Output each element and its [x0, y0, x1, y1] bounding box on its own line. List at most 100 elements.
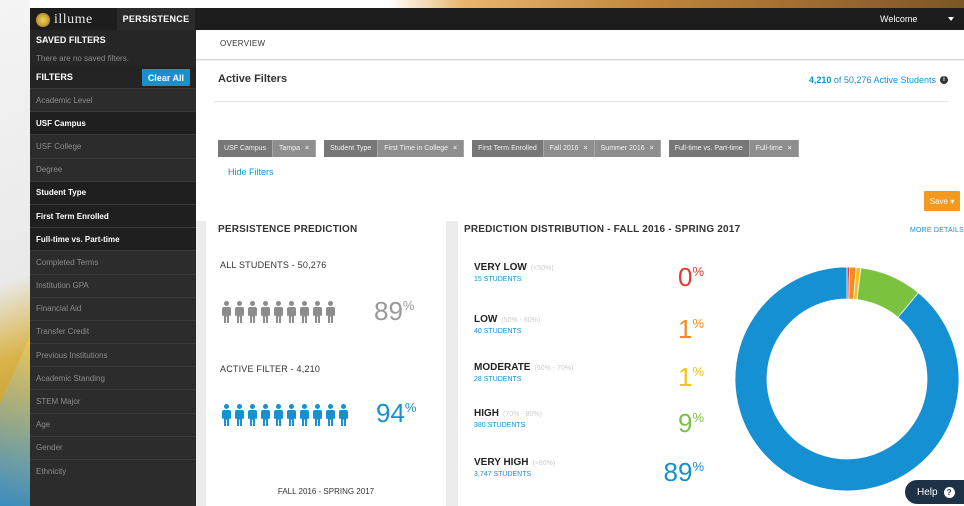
filter-chip-label: First Term Enrolled [472, 140, 544, 157]
sidebar-item-transfer-credit[interactable]: Transfer Credit [30, 319, 196, 343]
distribution-row: LOW (50% - 60%) 40 STUDENTS 1% [474, 314, 704, 344]
percent-sign: % [692, 316, 704, 331]
sidebar-item-gender[interactable]: Gender [30, 435, 196, 459]
remove-filter-icon[interactable]: × [305, 145, 309, 152]
level-name: HIGH [474, 408, 499, 419]
welcome-menu[interactable]: Welcome [872, 8, 964, 30]
logo-text: illume [54, 12, 93, 27]
filter-chip-value[interactable]: Fall 2016 × [543, 140, 595, 157]
percent-sign: % [404, 400, 417, 415]
sidebar-item-degree[interactable]: Degree [30, 157, 196, 181]
clear-all-button[interactable]: Clear All [141, 69, 190, 86]
sidebar-item-usf-campus[interactable]: USF Campus [30, 111, 196, 135]
remove-filter-icon[interactable]: × [650, 145, 654, 152]
sidebar-item-institution-gpa[interactable]: Institution GPA [30, 273, 196, 297]
active-filter-pct-value: 94 [376, 398, 405, 428]
filter-chips: USF Campus Tampa × Student Type First Time i… [218, 140, 799, 157]
person-icon [247, 404, 258, 426]
person-icon [260, 404, 271, 426]
filter-chip-group: Student Type First Time in College × [324, 140, 465, 157]
level-students-link[interactable]: 28 STUDENTS [474, 376, 704, 383]
sidebar-item-student-type[interactable]: Student Type [30, 180, 196, 204]
filter-chip-label: Student Type [324, 140, 379, 157]
app-logo[interactable]: illume [36, 10, 93, 30]
donut-slice-very-high[interactable] [734, 266, 960, 492]
remove-filter-icon[interactable]: × [788, 145, 792, 152]
person-icon [234, 404, 245, 426]
person-icon [273, 301, 284, 323]
level-pct-value: 1 [677, 362, 693, 392]
filter-chip-value[interactable]: Full-time × [749, 140, 799, 157]
sidebar-item-completed-terms[interactable]: Completed Terms [30, 250, 196, 273]
sidebar-item-usf-college[interactable]: USF College [30, 134, 196, 157]
tab-persistence[interactable]: PERSISTENCE [117, 8, 195, 30]
level-name: LOW [474, 314, 498, 325]
filters-heading: FILTERS Clear All [30, 66, 196, 88]
level-range: (>80%) [532, 460, 556, 467]
distribution-level: LOW (50% - 60%) [474, 314, 704, 325]
filter-chip-text: Tampa [279, 145, 301, 152]
person-icon [325, 301, 336, 323]
level-percent: 89% [664, 457, 704, 488]
question-icon: ? [943, 486, 955, 498]
person-icon [312, 301, 323, 323]
level-students-link[interactable]: 40 STUDENTS [474, 328, 704, 335]
persistence-title: PERSISTENCE PREDICTION [218, 224, 358, 235]
person-icon [325, 404, 336, 426]
distribution-row: HIGH (70% - 80%) 380 STUDENTS 9% [474, 408, 704, 438]
sidebar-item-ethnicity[interactable]: Ethnicity [30, 459, 196, 482]
filter-chip-value[interactable]: Tampa × [273, 140, 317, 157]
active-count-suffix: of 50,276 Active Students [833, 75, 936, 85]
person-icon [221, 301, 232, 323]
level-percent: 9% [678, 408, 704, 439]
distribution-title: PREDICTION DISTRIBUTION - FALL 2016 - SP… [464, 224, 741, 235]
remove-filter-icon[interactable]: × [584, 145, 588, 152]
person-icon [273, 404, 284, 426]
filter-chip-text: Full-time [755, 145, 783, 152]
more-details-link[interactable]: MORE DETAILS [910, 227, 964, 234]
sidebar-item-full-time-vs-part-time[interactable]: Full-time vs. Part-time [30, 227, 196, 251]
save-button[interactable]: Save ▾ [924, 191, 960, 211]
filter-chip-value[interactable]: First Time in College × [378, 140, 465, 157]
sidebar-item-first-term-enrolled[interactable]: First Term Enrolled [30, 203, 196, 228]
saved-filters-note: There are no saved filters. [30, 50, 196, 66]
sidebar-item-previous-institutions[interactable]: Previous Institutions [30, 343, 196, 366]
background-decoration-top [195, 0, 964, 8]
tab-overview[interactable]: OVERVIEW [220, 39, 265, 48]
divider [214, 101, 948, 102]
filters-title: FILTERS [36, 72, 73, 82]
percent-sign: % [692, 364, 704, 379]
saved-filters-heading: SAVED FILTERS [30, 30, 196, 50]
active-filters-panel: Active Filters 4,210 of 50,276 Active St… [196, 61, 964, 221]
level-students-link[interactable]: 380 STUDENTS [474, 422, 704, 429]
all-students-pct-value: 89 [374, 296, 403, 326]
hide-filters-link[interactable]: Hide Filters [228, 167, 274, 177]
filter-list: Academic Level USF Campus USF College Degre… [30, 88, 196, 482]
background-decoration-left [0, 0, 30, 506]
level-name: MODERATE [474, 362, 531, 373]
filter-chip-group: USF Campus Tampa × [218, 140, 317, 157]
sidebar-item-stem-major[interactable]: STEM Major [30, 389, 196, 412]
filter-chip-text: Summer 2016 [600, 145, 645, 152]
person-icon [338, 404, 349, 426]
distribution-row: VERY LOW (<50%) 15 STUDENTS 0% [474, 262, 704, 292]
percent-sign: % [692, 264, 704, 279]
level-name: VERY LOW [474, 262, 527, 273]
help-button[interactable]: Help ? [905, 480, 964, 504]
active-filters-title: Active Filters [218, 73, 288, 85]
filter-chip-group: Full-time vs. Part-time Full-time × [668, 140, 799, 157]
sidebar-item-financial-aid[interactable]: Financial Aid [30, 296, 196, 320]
active-filter-percent: 94% [376, 398, 416, 429]
info-icon[interactable]: i [940, 76, 948, 84]
persistence-term: FALL 2016 - SPRING 2017 [277, 487, 375, 496]
welcome-label: Welcome [880, 14, 918, 24]
level-pct-value: 9 [677, 408, 693, 438]
filter-chip-value[interactable]: Summer 2016 × [594, 140, 661, 157]
sidebar-item-age[interactable]: Age [30, 412, 196, 436]
all-students-icons [221, 301, 336, 323]
sidebar-item-academic-standing[interactable]: Academic Standing [30, 366, 196, 389]
person-icon [312, 404, 323, 426]
sidebar-item-academic-level[interactable]: Academic Level [30, 88, 196, 111]
remove-filter-icon[interactable]: × [453, 145, 457, 152]
level-students-link[interactable]: 15 STUDENTS [474, 276, 704, 283]
